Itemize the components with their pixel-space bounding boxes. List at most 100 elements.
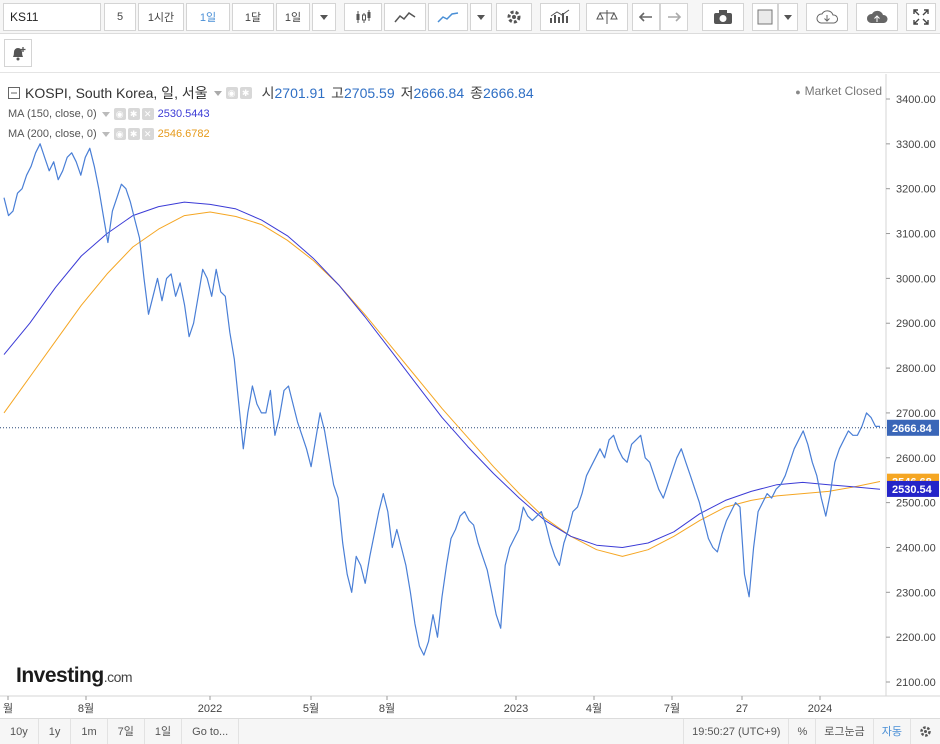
compare-button[interactable]: [586, 3, 628, 31]
legend-controls: ◉ ✱: [225, 87, 252, 99]
collapse-icon[interactable]: [8, 87, 20, 99]
settings-gear-icon: [507, 10, 521, 24]
close-icon[interactable]: ✕: [141, 108, 154, 120]
y-tick-label: 3000.00: [896, 273, 936, 285]
undo-icon: [638, 12, 652, 22]
chart-legend: KOSPI, South Korea, 일, 서울 ◉ ✱ 시 2701.91 고…: [8, 82, 534, 144]
redo-button[interactable]: [660, 3, 688, 31]
legend-main-row: KOSPI, South Korea, 일, 서울 ◉ ✱ 시 2701.91 고…: [8, 82, 534, 104]
eye-icon[interactable]: ◉: [225, 87, 238, 99]
range-10y-button[interactable]: 10y: [0, 718, 39, 744]
y-tick-label: 3300.00: [896, 139, 936, 151]
x-tick-label: 27: [736, 703, 748, 715]
ma200-label: MA (200, close, 0): [8, 128, 97, 140]
gear-icon[interactable]: ✱: [239, 87, 252, 99]
ma150-value: 2530.5443: [157, 108, 210, 120]
color-picker-button[interactable]: [752, 3, 778, 31]
chart-settings-button[interactable]: [910, 718, 940, 744]
interval-1d-button[interactable]: 1일: [186, 3, 230, 31]
area-chart-icon: [437, 12, 459, 23]
eye-icon[interactable]: ◉: [113, 128, 126, 140]
x-tick-label: 4월: [586, 702, 602, 715]
chevron-down-icon[interactable]: [101, 111, 110, 117]
chevron-down-icon: [784, 14, 792, 20]
open-value: 2701.91: [274, 85, 326, 101]
legend-ma200-row: MA (200, close, 0) ◉ ✱ ✕ 2546.6782: [8, 124, 534, 144]
fullscreen-button[interactable]: [906, 3, 936, 31]
color-dropdown-button[interactable]: [778, 3, 798, 31]
x-tick-label: 8월: [78, 702, 94, 715]
settings-button[interactable]: [496, 3, 532, 31]
investing-logo: Investing.com: [16, 664, 133, 688]
high-value: 2705.59: [344, 85, 395, 101]
range-1d-button[interactable]: 1일: [145, 718, 183, 744]
indicators-button[interactable]: [540, 3, 580, 31]
y-tick-label: 3400.00: [896, 94, 936, 106]
logo-brand: Investing: [16, 664, 104, 687]
price-chart[interactable]: 3400.00 3300.00 3200.00 3100.00 3000.00 2900.…: [0, 74, 940, 718]
drawing-toolbar: [0, 35, 940, 73]
symbol-input[interactable]: KS11: [3, 3, 101, 31]
low-value: 2666.84: [413, 85, 465, 101]
high-label: 고: [331, 85, 344, 101]
interval-1h-button[interactable]: 1시간: [138, 3, 184, 31]
range-1m-button[interactable]: 1m: [71, 718, 108, 744]
snapshot-button[interactable]: [702, 3, 744, 31]
load-layout-button[interactable]: [806, 3, 848, 31]
y-tick-label: 2800.00: [896, 363, 936, 375]
candlestick-icon: [356, 10, 371, 23]
logo-domain: .com: [103, 669, 133, 685]
close-icon[interactable]: ✕: [141, 128, 154, 140]
gear-icon: [920, 726, 931, 737]
x-tick-label: 5월: [303, 702, 319, 715]
indicators-icon: [550, 9, 570, 23]
cloud-download-icon: [816, 10, 838, 24]
open-label: 시: [261, 85, 275, 101]
ma150-line: [3, 201, 881, 548]
y-tick-label: 2100.00: [896, 677, 936, 689]
chevron-down-icon: [320, 14, 328, 20]
undo-button[interactable]: [632, 3, 660, 31]
ma150-label: MA (150, close, 0): [8, 108, 97, 120]
y-tick-label: 2900.00: [896, 318, 936, 330]
bar-chart-button[interactable]: [384, 3, 426, 31]
camera-icon: [714, 10, 732, 24]
chevron-down-icon[interactable]: [101, 131, 110, 137]
chevron-down-icon[interactable]: [213, 90, 222, 96]
interval-1mo-button[interactable]: 1달: [232, 3, 274, 31]
gear-icon[interactable]: ✱: [127, 128, 140, 140]
auto-scale-button[interactable]: 자동: [872, 718, 910, 744]
y-tick-label: 3100.00: [896, 229, 936, 241]
range-7d-button[interactable]: 7일: [108, 718, 145, 744]
interval-select-button[interactable]: 1일: [276, 3, 310, 31]
eye-icon[interactable]: ◉: [113, 108, 126, 120]
chart-type-dropdown-button[interactable]: [470, 3, 492, 31]
range-1y-button[interactable]: 1y: [39, 718, 72, 744]
ma150-controls: ◉ ✱ ✕: [113, 108, 154, 120]
bell-plus-icon: [13, 47, 26, 61]
color-square-icon: [757, 9, 773, 25]
legend-ma150-row: MA (150, close, 0) ◉ ✱ ✕ 2530.5443: [8, 104, 534, 124]
cloud-upload-icon: [866, 10, 888, 23]
close-label: 종: [470, 85, 483, 101]
close-value: 2666.84: [483, 85, 534, 101]
line-chart-button[interactable]: [428, 3, 468, 31]
log-scale-button[interactable]: 로그눈금: [815, 718, 872, 744]
interval-5-button[interactable]: 5: [104, 3, 136, 31]
alert-button[interactable]: [4, 39, 32, 67]
ma200-line: [3, 211, 881, 557]
low-label: 저: [400, 85, 414, 101]
interval-dropdown-button[interactable]: [312, 3, 336, 31]
fullscreen-icon: [913, 9, 929, 25]
top-toolbar: KS11 5 1시간 1일 1달 1일: [0, 0, 940, 34]
percent-scale-button[interactable]: %: [788, 718, 815, 744]
x-tick-label: 2024: [808, 703, 832, 715]
gear-icon[interactable]: ✱: [127, 108, 140, 120]
goto-button[interactable]: Go to...: [182, 718, 240, 744]
save-layout-button[interactable]: [856, 3, 898, 31]
chart-area[interactable]: 3400.00 3300.00 3200.00 3100.00 3000.00 2900.…: [0, 74, 940, 718]
market-status: Market Closed: [795, 84, 882, 98]
redo-icon: [668, 12, 682, 22]
candlestick-button[interactable]: [344, 3, 382, 31]
ma200-controls: ◉ ✱ ✕: [113, 128, 154, 140]
